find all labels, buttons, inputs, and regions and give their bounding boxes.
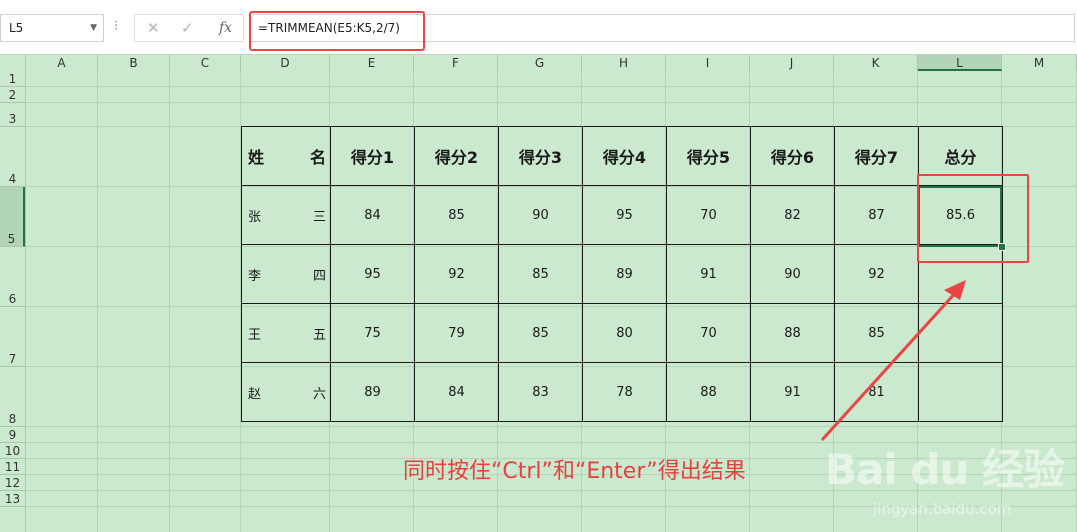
annotation-text: 同时按住“Ctrl”和“Enter”得出结果: [403, 459, 746, 484]
baidu-jingyan-watermark: Bai du 经验 jingyan.baidu.com: [825, 414, 1075, 530]
watermark-url: jingyan.baidu.com: [873, 500, 1012, 518]
watermark-logo: Bai du 经验: [825, 445, 1065, 494]
